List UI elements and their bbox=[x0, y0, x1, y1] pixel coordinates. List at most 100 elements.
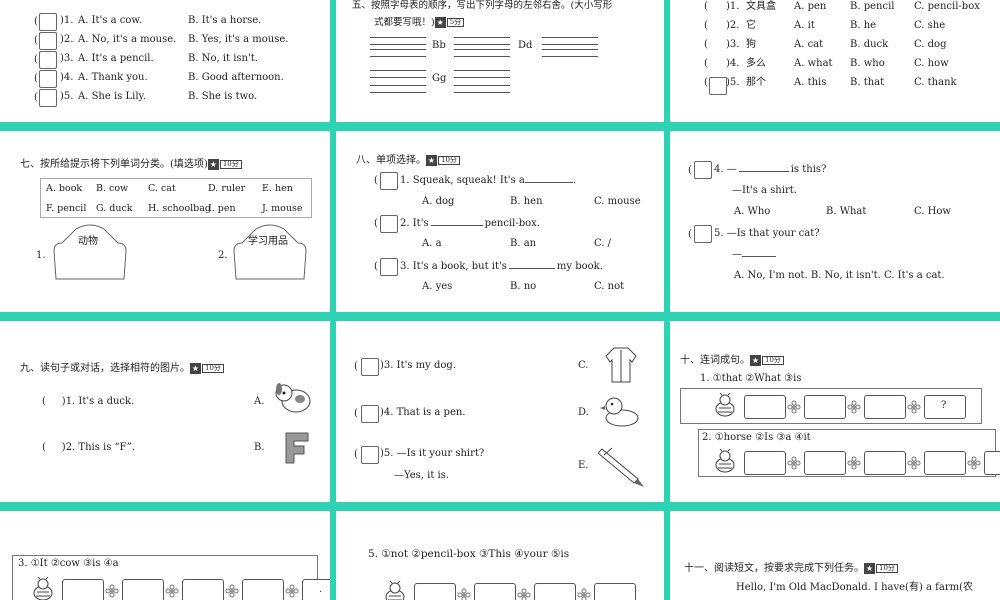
punctuation-mark: ? bbox=[941, 400, 947, 411]
answer-cell[interactable] bbox=[302, 579, 330, 600]
question-2-paren: ( bbox=[704, 20, 708, 31]
answer-box-1[interactable] bbox=[39, 13, 57, 31]
question-1-num: )1. bbox=[726, 1, 740, 12]
label-a: A. bbox=[254, 396, 265, 407]
answer-box-1[interactable] bbox=[380, 172, 398, 190]
q2-option-c: C. / bbox=[594, 238, 612, 249]
row-1-words: 1. ①that ②What ③is bbox=[700, 373, 802, 384]
q3-option-c: C. not bbox=[594, 281, 625, 292]
question-4-chinese: 多么 bbox=[746, 58, 766, 69]
answer-cell[interactable] bbox=[414, 583, 456, 600]
answer-cell[interactable] bbox=[744, 451, 786, 475]
word-option: E. hen bbox=[262, 183, 293, 194]
q1-option-b: B. hen bbox=[510, 196, 543, 207]
question-5-option-b: B. She is two. bbox=[188, 91, 258, 102]
pen-icon bbox=[598, 447, 644, 487]
letter-gg: Gg bbox=[432, 73, 447, 84]
question-2: 2. It's pencil-box. bbox=[400, 218, 540, 229]
answer-box-4[interactable] bbox=[694, 161, 712, 179]
letter-dd: Dd bbox=[518, 40, 533, 51]
word-option: H. schoolbag bbox=[148, 203, 211, 214]
answer-cell[interactable] bbox=[804, 451, 846, 475]
answer-cell[interactable] bbox=[864, 395, 906, 419]
answer-cell[interactable] bbox=[474, 583, 516, 600]
question-2-prefix: )2. bbox=[60, 34, 74, 45]
answer-cell[interactable] bbox=[242, 579, 284, 600]
question-5-prefix: )5. bbox=[60, 91, 74, 102]
question-3-option-a: A. It's a pencil. bbox=[78, 53, 154, 64]
section-title: 八、单项选择。 ★ 10分 bbox=[356, 155, 460, 166]
duck-icon bbox=[600, 397, 639, 427]
answer-box-5[interactable] bbox=[709, 77, 727, 95]
house-2-number: 2. bbox=[218, 250, 228, 261]
answer-cell[interactable] bbox=[924, 451, 966, 475]
flower-icon bbox=[787, 456, 801, 470]
answer-cell[interactable] bbox=[594, 583, 636, 600]
question-1-option-b: B. It's a horse. bbox=[188, 15, 262, 26]
score-badge: 10分 bbox=[438, 156, 460, 165]
question-3-paren: ( bbox=[704, 39, 708, 50]
slide-5: 八、单项选择。 ★ 10分 ( 1. Squeak, squeak! It's a.… bbox=[336, 131, 664, 312]
question-4-num: )4. bbox=[726, 58, 740, 69]
bee-icon bbox=[715, 393, 735, 417]
section-title: 七、按所给提示将下列单词分类。(填选项) ★ 10分 bbox=[20, 159, 242, 170]
score-badge: 5分 bbox=[446, 18, 465, 27]
label-d: D. bbox=[578, 407, 589, 418]
answer-box-2[interactable] bbox=[380, 215, 398, 233]
dog-icon bbox=[275, 383, 311, 413]
answer-cell[interactable] bbox=[122, 579, 164, 600]
answer-box-3[interactable] bbox=[39, 51, 57, 69]
slide-6: ( 4. — is this? —It's a shirt. A. Who B. … bbox=[670, 131, 1000, 312]
flower-icon bbox=[225, 584, 239, 598]
flower-icon bbox=[285, 584, 299, 598]
flower-icon bbox=[847, 456, 861, 470]
question-2-option-a: A. No, it's a mouse. bbox=[78, 34, 177, 45]
label-e: E. bbox=[578, 460, 589, 471]
house-1-label: 动物 bbox=[78, 236, 98, 247]
answer-box-5[interactable] bbox=[39, 89, 57, 107]
answer-cell[interactable] bbox=[804, 395, 846, 419]
question-1-paren: ( bbox=[704, 1, 708, 12]
question-5-chinese: 那个 bbox=[746, 77, 766, 88]
question-4-option-b: B. Good afternoon. bbox=[188, 72, 284, 83]
question-5-option-a: A. this bbox=[794, 77, 827, 88]
question-5: 5. —Is that your cat? bbox=[714, 228, 820, 239]
question-5-num: )5. bbox=[726, 77, 740, 88]
question-4-option-b: B. who bbox=[850, 58, 885, 69]
section-title: 十一、阅读短文，按要求完成下列任务。 ★ 10分 bbox=[684, 563, 898, 574]
letter-f-icon bbox=[285, 432, 309, 464]
flower-icon bbox=[787, 400, 801, 414]
answer-box-5[interactable] bbox=[361, 446, 379, 464]
section-title: 九、读句子或对话，选择相符的图片。 ★ 10分 bbox=[20, 363, 224, 374]
answer-box-3[interactable] bbox=[361, 358, 379, 376]
question-2-chinese: 它 bbox=[746, 20, 756, 31]
word-option: F. pencil bbox=[46, 203, 87, 214]
bracket-open: ( bbox=[34, 35, 38, 46]
question-5: )5. —Is it your shirt? bbox=[380, 448, 485, 459]
question-4-prefix: )4. bbox=[60, 72, 74, 83]
question-4: 4. — is this? bbox=[714, 164, 827, 175]
answer-cell[interactable] bbox=[984, 451, 1000, 475]
answer-box-4[interactable] bbox=[39, 70, 57, 88]
answer-cell[interactable] bbox=[62, 579, 104, 600]
answer-box-5[interactable] bbox=[694, 225, 712, 243]
question-1-chinese: 文具盒 bbox=[746, 1, 776, 12]
word-option: G. duck bbox=[96, 203, 133, 214]
house-icon-2 bbox=[233, 224, 307, 280]
answer-cell[interactable] bbox=[182, 579, 224, 600]
flower-icon bbox=[907, 400, 921, 414]
flower-icon bbox=[105, 584, 119, 598]
answer-cell[interactable] bbox=[864, 451, 906, 475]
slide-4: 七、按所给提示将下列单词分类。(填选项) ★ 10分 A. book B. cow C.… bbox=[0, 131, 330, 312]
answer-box-2[interactable] bbox=[39, 32, 57, 50]
answer-cell[interactable] bbox=[534, 583, 576, 600]
question-3: )3. It's my dog. bbox=[380, 360, 456, 371]
answer-cell[interactable] bbox=[744, 395, 786, 419]
answer-box-4[interactable] bbox=[361, 405, 379, 423]
section-title-2: 式都要写哦！) ★ 5分 bbox=[374, 17, 465, 28]
answer-box-3[interactable] bbox=[380, 258, 398, 276]
question-3-chinese: 狗 bbox=[746, 39, 756, 50]
star-icon: ★ bbox=[864, 563, 875, 574]
question-4-reply: —It's a shirt. bbox=[732, 185, 797, 196]
question-3: 3. It's a book, but it's my book. bbox=[400, 261, 603, 272]
